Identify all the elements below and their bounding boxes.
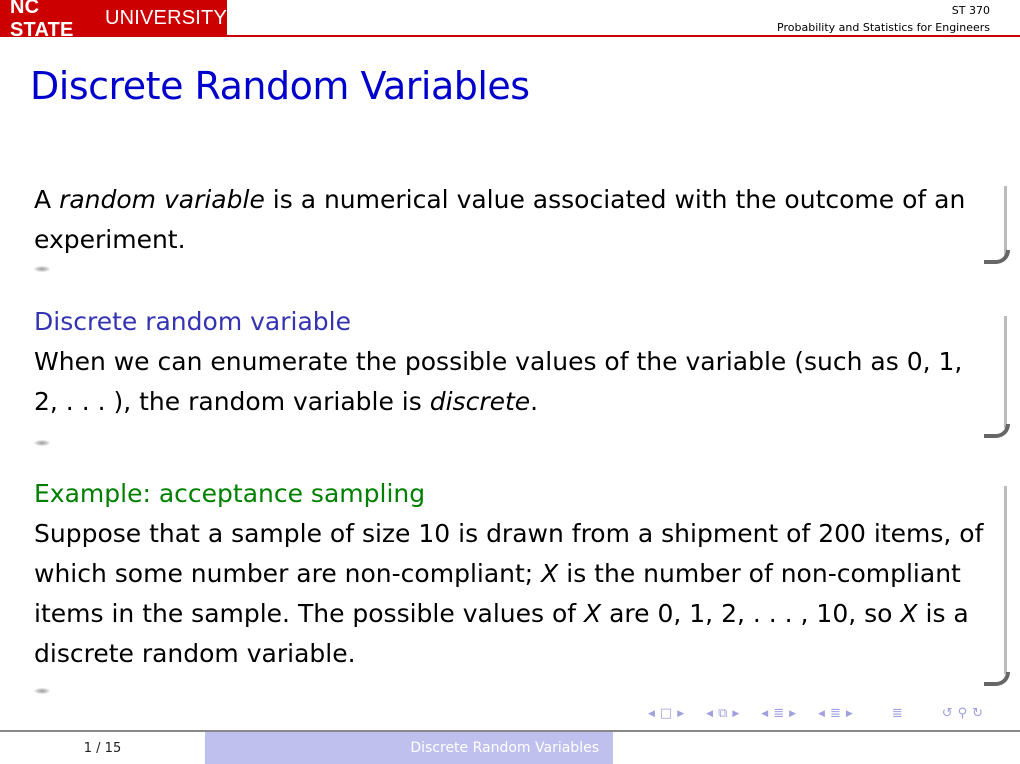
prev-frame-icon[interactable]: ◀ bbox=[648, 705, 655, 723]
prev-subsection-icon[interactable]: ◀ bbox=[706, 705, 713, 723]
math-variable: X bbox=[900, 599, 918, 628]
document-icon[interactable]: ≣ bbox=[892, 705, 903, 723]
block-shadow-tick bbox=[34, 266, 50, 272]
discrete-rv-block: Discrete random variable When we can enu… bbox=[34, 302, 984, 422]
block-heading: Discrete random variable bbox=[34, 307, 351, 336]
subsection-icon[interactable]: ⧉ bbox=[718, 705, 727, 723]
page-number: 1 / 15 bbox=[83, 740, 122, 756]
example-block: Example: acceptance sampling Suppose tha… bbox=[34, 474, 984, 674]
next-subsection-icon[interactable]: ▶ bbox=[732, 705, 739, 723]
course-name: Probability and Statistics for Engineers bbox=[777, 21, 990, 34]
block-body: Suppose that a sample of size 10 is draw… bbox=[34, 514, 984, 674]
back-icon[interactable]: ↺ bbox=[942, 705, 953, 723]
emphasis-term: discrete bbox=[429, 387, 531, 416]
block-shadow-tick bbox=[34, 688, 50, 694]
block-body: When we can enumerate the possible value… bbox=[34, 342, 984, 422]
text: . bbox=[530, 387, 539, 416]
course-code: ST 370 bbox=[951, 4, 990, 17]
search-icon[interactable]: ⚲ bbox=[958, 705, 968, 723]
block-heading: Example: acceptance sampling bbox=[34, 479, 426, 508]
footer-title: Discrete Random Variables bbox=[205, 732, 613, 764]
emphasis-term: random variable bbox=[59, 185, 265, 214]
next-subsubsection-icon[interactable]: ▶ bbox=[846, 705, 853, 723]
block-shadow-corner bbox=[984, 424, 1010, 438]
text: are 0, 1, 2, . . . , 10, so bbox=[601, 599, 901, 628]
next-frame-icon[interactable]: ▶ bbox=[677, 705, 684, 723]
frame-icon[interactable]: □ bbox=[660, 705, 672, 723]
logo-thin-text: UNIVERSITY bbox=[104, 7, 227, 29]
block-shadow bbox=[996, 486, 1007, 674]
university-logo: NC STATE UNIVERSITY bbox=[0, 0, 227, 41]
next-section-icon[interactable]: ▶ bbox=[789, 705, 796, 723]
math-variable: X bbox=[541, 559, 559, 588]
logo-bold-text: NC STATE bbox=[10, 0, 74, 41]
math-variable: X bbox=[584, 599, 602, 628]
block-shadow bbox=[996, 316, 1007, 428]
definition-block: A random variable is a numerical value a… bbox=[34, 180, 984, 260]
text: A bbox=[34, 185, 60, 214]
subsubsection-icon[interactable]: ≣ bbox=[830, 705, 841, 723]
forward-icon[interactable]: ↻ bbox=[972, 705, 983, 723]
beamer-navigation: ◀ □ ▶ ◀ ⧉ ▶ ◀ ≣ ▶ ◀ ≣ ▶ ≣ ↺ ⚲ ↻ bbox=[648, 705, 983, 723]
section-icon[interactable]: ≣ bbox=[773, 705, 784, 723]
block-shadow-corner bbox=[984, 250, 1010, 264]
prev-section-icon[interactable]: ◀ bbox=[761, 705, 768, 723]
block-shadow-corner bbox=[984, 672, 1010, 686]
course-info: ST 370 Probability and Statistics for En… bbox=[777, 2, 990, 36]
block-shadow-tick bbox=[34, 440, 50, 446]
prev-subsubsection-icon[interactable]: ◀ bbox=[818, 705, 825, 723]
slide-title: Discrete Random Variables bbox=[30, 64, 530, 108]
block-shadow bbox=[996, 186, 1007, 256]
